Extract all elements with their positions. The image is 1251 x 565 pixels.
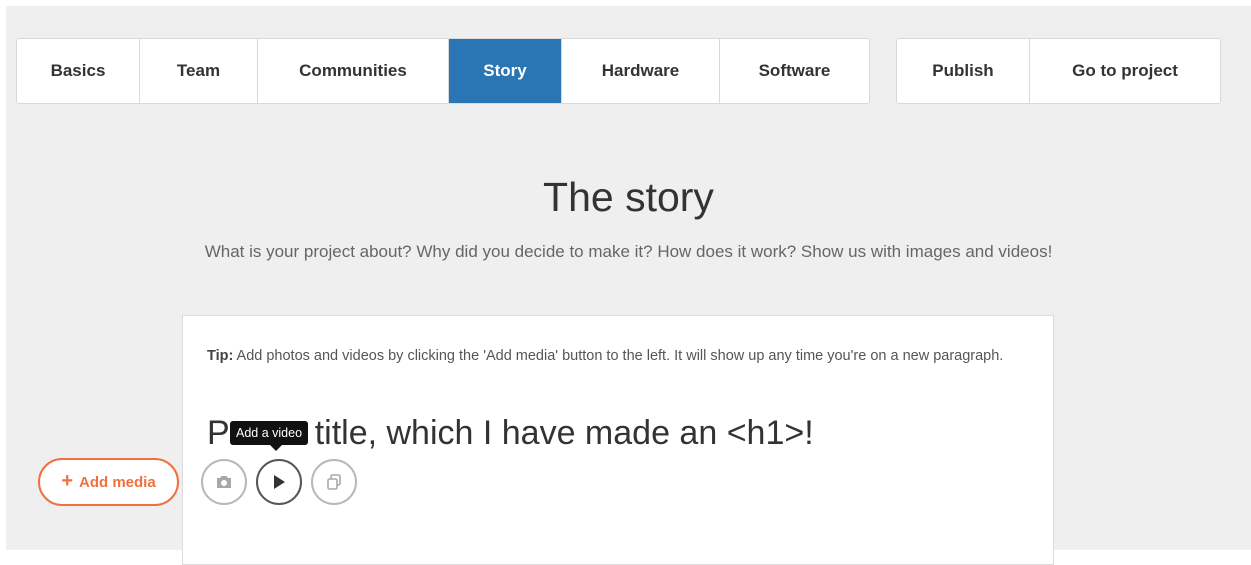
camera-icon [217,476,231,488]
page-canvas: Basics Team Communities Story Hardware S… [6,6,1251,565]
heading-end: title, which I have made an <h1>! [314,414,814,452]
story-editor[interactable]: Tip: Add photos and videos by clicking t… [182,315,1054,565]
tab-hardware[interactable]: Hardware [562,39,720,103]
add-media-button[interactable]: + Add media [38,458,179,506]
add-embed-button[interactable] [311,459,357,505]
tab-basics[interactable]: Basics [17,39,140,103]
add-image-button[interactable] [201,459,247,505]
page-title: The story [543,174,714,220]
tip-text: Add photos and videos by clicking the 'A… [233,348,1004,364]
plus-icon: + [61,470,73,492]
tab-software[interactable]: Software [720,39,869,103]
editor-tip: Tip: Add photos and videos by clicking t… [207,344,1027,368]
publish-button[interactable]: Publish [897,39,1030,103]
project-actions: Publish Go to project [896,38,1221,104]
tab-team[interactable]: Team [140,39,258,103]
project-nav-tabs: Basics Team Communities Story Hardware S… [16,38,870,104]
tip-label: Tip: [207,348,234,364]
heading-start: P [207,414,230,452]
add-video-button[interactable] [256,459,302,505]
play-icon [274,475,285,489]
go-to-project-button[interactable]: Go to project [1030,39,1220,103]
embed-icon [327,474,341,490]
add-media-label: Add media [79,473,156,491]
page-subtitle: What is your project about? Why did you … [204,242,1053,261]
tab-story[interactable]: Story [449,39,562,103]
add-video-tooltip: Add a video [230,421,309,451]
tab-communities[interactable]: Communities [258,39,449,103]
